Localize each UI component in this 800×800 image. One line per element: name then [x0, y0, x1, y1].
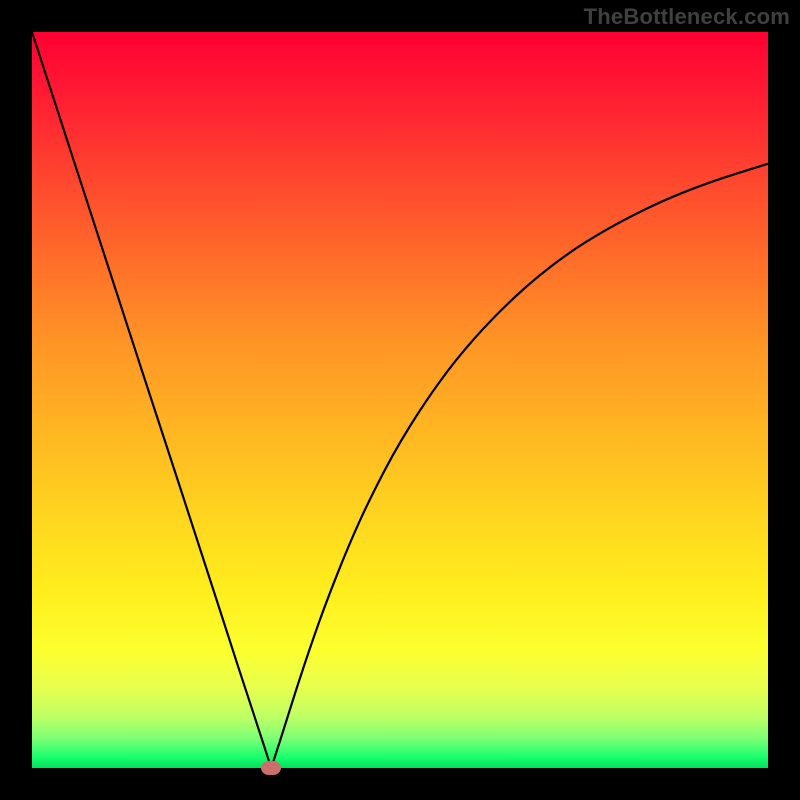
watermark-text: TheBottleneck.com: [584, 4, 790, 30]
bottleneck-curve: [32, 32, 768, 768]
curve-path: [32, 32, 768, 768]
minimum-marker: [261, 761, 281, 775]
chart-container: TheBottleneck.com: [0, 0, 800, 800]
